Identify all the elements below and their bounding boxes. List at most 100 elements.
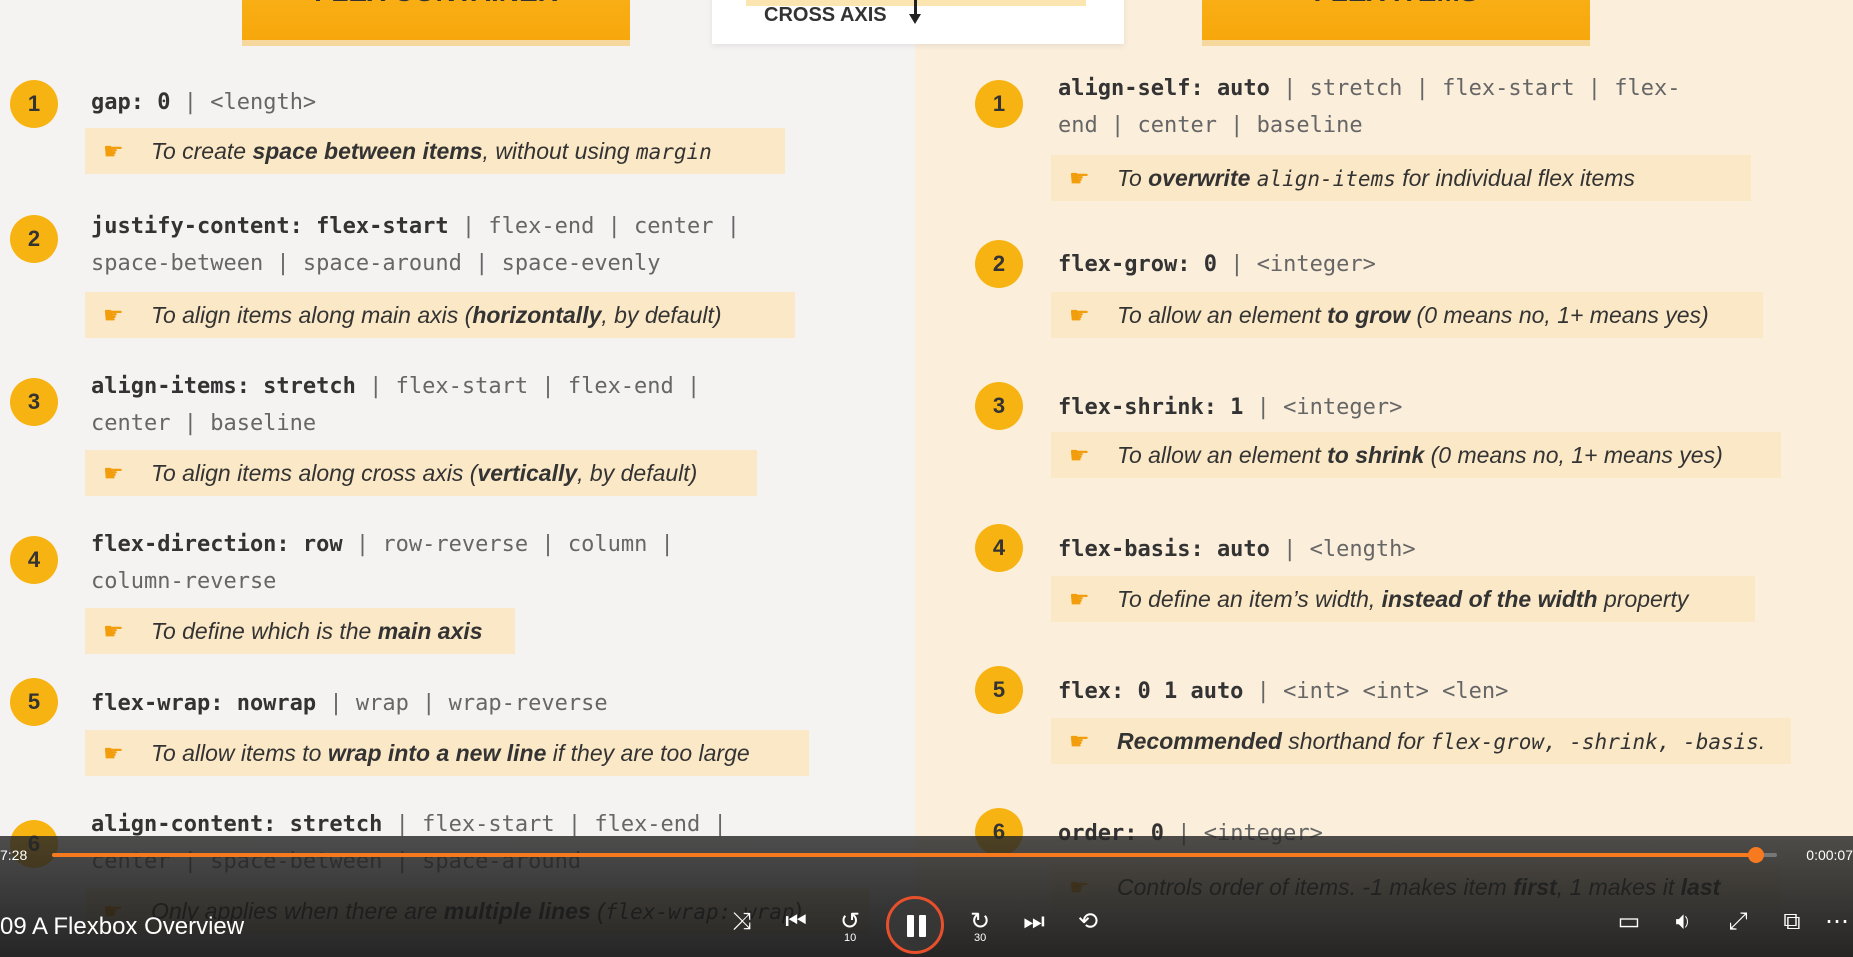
property-syntax: flex-shrink: 1 | <integer> — [1058, 389, 1402, 426]
miniplayer-icon[interactable]: ⧉ — [1772, 902, 1812, 942]
rewind-10-icon[interactable]: ↺ 10 — [830, 902, 870, 944]
pause-button[interactable] — [886, 896, 944, 954]
property-alternatives: | <int> <int> <len> — [1243, 679, 1509, 704]
property-alternatives: | flex-end | center | — [448, 214, 741, 239]
property-default: justify-content: flex-start — [91, 214, 449, 239]
property-alternatives: | flex-start | flex-end | — [382, 812, 727, 837]
seek-bar[interactable] — [52, 847, 1777, 863]
volume-icon[interactable]: 🔉︎ — [1663, 902, 1703, 942]
previous-track-icon[interactable]: ⏮ — [776, 902, 816, 942]
pointing-hand-icon: ☛ — [103, 740, 124, 766]
video-controls: 7:28 0:00:07 09 A Flexbox Overview ⤨ ⏮ ↺… — [0, 836, 1853, 957]
pointing-hand-icon: ☛ — [103, 460, 124, 486]
remaining-time: 0:00:07 — [1806, 847, 1853, 863]
captions-icon[interactable]: ▭ — [1609, 902, 1649, 942]
property-alternatives: | <length> — [1269, 537, 1416, 562]
note-text-part: property — [1597, 586, 1689, 612]
item-number-badge: 4 — [10, 536, 58, 584]
note-text-part: To — [1117, 165, 1149, 191]
item-number-badge: 1 — [975, 80, 1023, 128]
property-syntax: flex-grow: 0 | <integer> — [1058, 246, 1376, 283]
item-number-badge: 2 — [10, 215, 58, 263]
pause-icon-bar — [919, 915, 926, 937]
property-note: ☛ To create space between items, without … — [85, 128, 785, 174]
property-default: align-self: auto — [1058, 76, 1270, 101]
pointing-hand-icon: ☛ — [1069, 728, 1090, 754]
pointing-hand-icon: ☛ — [1069, 165, 1090, 191]
pause-icon — [907, 915, 914, 937]
property-note: ☛ To define which is the main axis — [85, 608, 515, 654]
note-text-part: align-items — [1256, 167, 1396, 191]
cross-axis-label: CROSS AXIS — [764, 4, 887, 26]
note-text-part: (0 means no, 1+ means yes) — [1410, 302, 1709, 328]
property-note: ☛ To overwrite align-items for individual… — [1051, 155, 1751, 201]
property-syntax: flex-wrap: nowrap | wrap | wrap-reverse — [91, 685, 608, 722]
forward-30-icon[interactable]: ↻ 30 — [960, 902, 1000, 944]
item-number-badge: 2 — [975, 240, 1023, 288]
note-text-part: To define which is the — [151, 618, 378, 644]
seek-handle[interactable] — [1748, 847, 1765, 863]
arrow-down-icon — [909, 14, 921, 24]
next-track-icon[interactable]: ⏭ — [1014, 902, 1054, 942]
note-text-part: margin — [635, 140, 712, 164]
slide: FLEX CONTAINER FLEX ITEMS CROSS AXIS 1 ga… — [0, 0, 1853, 957]
item-number-badge: 1 — [10, 80, 58, 128]
note-text-part: To allow an element — [1117, 442, 1328, 468]
property-syntax: align-self: auto | stretch | flex-start … — [1058, 70, 1681, 144]
pointing-hand-icon: ☛ — [1069, 586, 1090, 612]
property-syntax: justify-content: flex-start | flex-end |… — [91, 208, 740, 282]
property-alternatives: | flex-start | flex-end | — [355, 374, 701, 399]
note-text-part: horizontally — [472, 302, 602, 328]
flex-container-header: FLEX CONTAINER — [242, 0, 630, 40]
seek-bar-progress — [52, 853, 1757, 857]
property-default: align-content: stretch — [91, 812, 383, 837]
note-text-part: To allow an element — [1117, 302, 1328, 328]
property-default: align-items: stretch — [91, 374, 356, 399]
property-alternatives-line2: end | center | baseline — [1058, 113, 1363, 138]
shuffle-icon[interactable]: ⤨ — [722, 902, 762, 942]
property-default: flex-grow: 0 — [1058, 252, 1217, 277]
property-syntax: gap: 0 | <length> — [91, 84, 316, 121]
property-alternatives: | wrap | wrap-reverse — [316, 691, 608, 716]
property-default: flex-basis: auto — [1058, 537, 1270, 562]
note-text-part: if they are too large — [546, 740, 750, 766]
note-text-part: To allow items to — [151, 740, 328, 766]
note-text-part: To create — [151, 138, 253, 164]
pointing-hand-icon: ☛ — [103, 302, 124, 328]
item-number-badge: 3 — [10, 378, 58, 426]
property-default: flex-direction: row — [91, 532, 343, 557]
property-alternatives: | row-reverse | column | — [342, 532, 674, 557]
cross-axis-card: CROSS AXIS — [712, 0, 1124, 44]
item-number-badge: 3 — [975, 382, 1023, 430]
property-syntax: flex-basis: auto | <length> — [1058, 531, 1416, 568]
video-title: 09 A Flexbox Overview — [0, 913, 245, 940]
note-text-part: To align items along cross axis ( — [151, 460, 478, 486]
elapsed-time: 7:28 — [0, 847, 28, 863]
property-syntax: align-items: stretch | flex-start | flex… — [91, 368, 700, 442]
repeat-icon[interactable]: ⟲ — [1068, 902, 1108, 942]
property-note: ☛ To allow items to wrap into a new line … — [85, 730, 809, 776]
pointing-hand-icon: ☛ — [103, 618, 124, 644]
property-note: ☛ Recommended shorthand for flex-grow, -s… — [1051, 718, 1791, 764]
property-alternatives-line2: center | baseline — [91, 411, 317, 436]
property-default: flex-wrap: nowrap — [91, 691, 317, 716]
note-text-part: . — [1758, 728, 1766, 754]
more-options-icon[interactable]: ⋯ — [1822, 902, 1852, 942]
property-note: ☛ To define an item’s width, instead of t… — [1051, 576, 1755, 622]
pointing-hand-icon: ☛ — [103, 138, 124, 164]
note-text-part: space between items — [252, 138, 483, 164]
note-text-part: flex-grow, -shrink, -basis — [1430, 730, 1759, 754]
flex-items-header: FLEX ITEMS — [1202, 0, 1590, 40]
fullscreen-icon[interactable]: ⤢ — [1718, 902, 1758, 942]
property-note: ☛ To align items along main axis (horizon… — [85, 292, 795, 338]
note-text-part: To define an item’s width, — [1117, 586, 1382, 612]
property-default: flex-shrink: 1 — [1058, 395, 1244, 420]
note-text-part: shorthand for — [1281, 728, 1431, 754]
note-text-part: , without using — [482, 138, 636, 164]
note-text-part: vertically — [477, 460, 578, 486]
property-default: flex: 0 1 auto — [1058, 679, 1244, 704]
note-text-part: to grow — [1327, 302, 1411, 328]
note-text-part: , by default) — [577, 460, 698, 486]
property-syntax: flex-direction: row | row-reverse | colu… — [91, 526, 674, 600]
note-text-part: overwrite — [1148, 165, 1251, 191]
